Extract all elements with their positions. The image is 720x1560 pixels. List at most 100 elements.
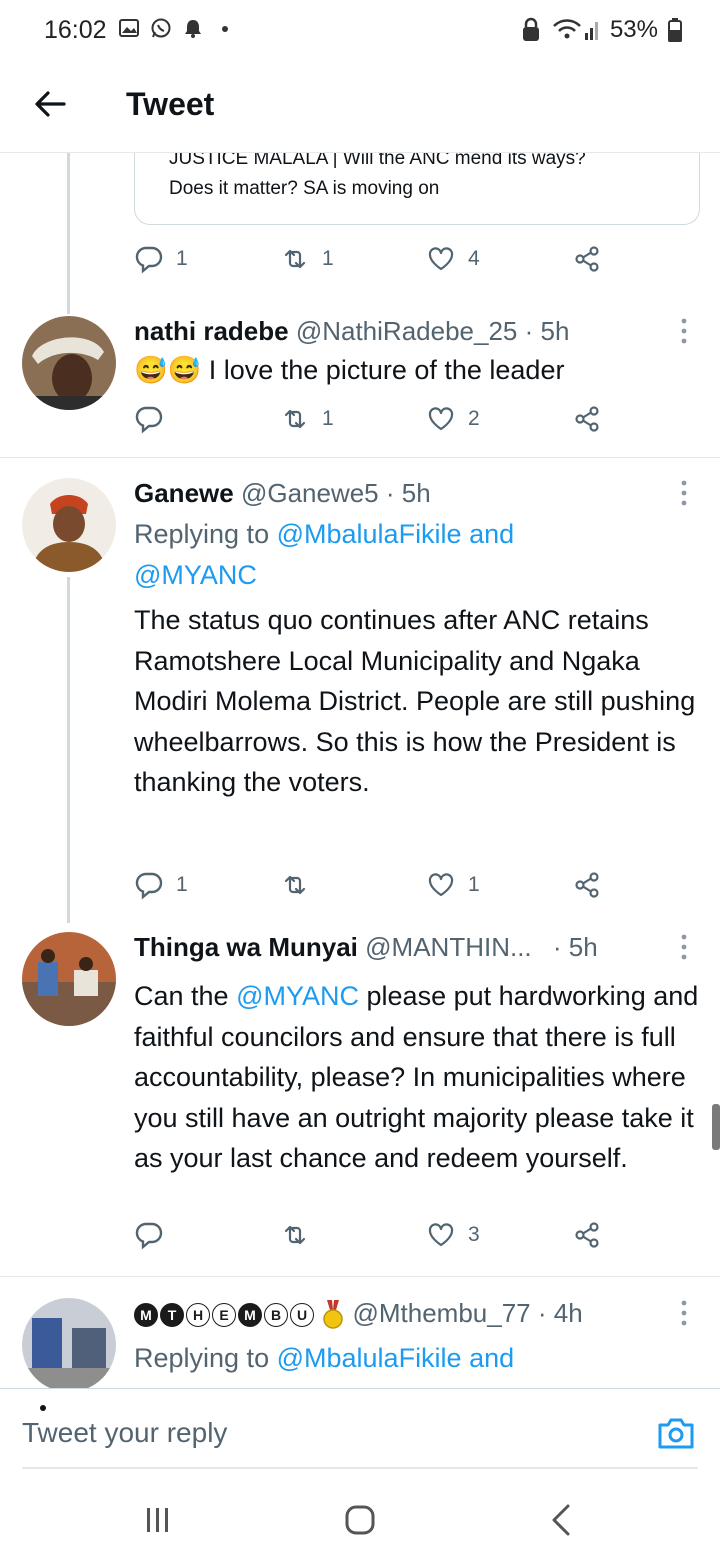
display-name[interactable]: Ganewe: [134, 478, 234, 508]
retweet-icon: [284, 409, 306, 429]
status-time: 16:02: [44, 16, 107, 44]
top-app-bar: Tweet: [0, 60, 720, 153]
recent-apps-icon[interactable]: [138, 1500, 178, 1540]
home-icon[interactable]: [340, 1500, 380, 1540]
name-letter: M: [134, 1303, 158, 1328]
system-icons: 53%: [520, 16, 682, 44]
share-icon: [575, 406, 599, 432]
tweet-divider: [0, 457, 720, 458]
like-count: 1: [468, 873, 480, 896]
camera-icon[interactable]: [656, 1415, 696, 1451]
name-letter: U: [290, 1303, 314, 1328]
user-handle[interactable]: @NathiRadebe_25: [296, 316, 518, 346]
share-icon: [575, 872, 599, 898]
share-button[interactable]: [572, 244, 602, 274]
status-bar: 16:02 53%: [0, 0, 720, 60]
back-arrow-icon[interactable]: [32, 86, 68, 122]
replying-prefix: Replying to: [134, 519, 270, 549]
share-button[interactable]: [572, 870, 602, 900]
heart-icon: [428, 407, 454, 431]
retweet-icon: [284, 875, 306, 895]
reply-icon: [135, 1222, 163, 1250]
retweet-button[interactable]: [280, 870, 322, 900]
name-letter: H: [186, 1303, 210, 1328]
tweet-time: · 5h: [385, 478, 431, 508]
reply-tweet[interactable]: M T H E M B U @Mthembu_77 · 4h Replying …: [0, 1294, 720, 1388]
system-nav-bar: [0, 1480, 720, 1560]
like-button[interactable]: 1: [426, 870, 480, 900]
tweet-text-part: Can the: [134, 981, 229, 1011]
more-options-icon[interactable]: [676, 932, 692, 962]
retweet-icon: [284, 1225, 306, 1245]
replying-to: Replying to @MbalulaFikile and @MYANC: [134, 1338, 604, 1388]
reply-tweet[interactable]: Thinga wa Munyai @MANTHIN... · 5h Can th…: [0, 928, 720, 1268]
reply-tweet[interactable]: nathi radebe @NathiRadebe_25 · 5h 😅😅 I l…: [0, 312, 720, 456]
reply-input[interactable]: Tweet your reply: [22, 1417, 227, 1449]
name-letter: T: [160, 1303, 184, 1328]
display-name[interactable]: Thinga wa Munyai: [134, 932, 358, 962]
user-handle[interactable]: @MANTHIN...: [365, 932, 532, 962]
scrollbar-thumb[interactable]: [712, 1104, 720, 1150]
more-options-icon[interactable]: [676, 1298, 692, 1328]
retweet-count: 1: [322, 407, 334, 430]
share-button[interactable]: [572, 1220, 602, 1250]
medal-icon: [323, 1300, 343, 1329]
tweet-actions: 3: [134, 1220, 614, 1260]
avatar-photo: [22, 478, 116, 572]
reply-button[interactable]: [134, 1220, 176, 1250]
heart-icon: [428, 1223, 454, 1247]
more-options-icon[interactable]: [676, 316, 692, 346]
user-handle[interactable]: @Mthembu_77: [352, 1298, 530, 1328]
wifi-signal-icon: [553, 19, 598, 40]
user-handle[interactable]: @Ganewe5: [241, 478, 379, 508]
bell-icon: [185, 20, 201, 38]
name-letter: E: [212, 1303, 236, 1328]
avatar[interactable]: [22, 1298, 116, 1388]
reply-button[interactable]: 1: [134, 244, 188, 274]
tweet-time: · 5h: [552, 932, 598, 962]
like-button[interactable]: 4: [426, 244, 480, 274]
tweet-actions: 1 1 4: [134, 244, 614, 284]
avatar[interactable]: [22, 932, 116, 1026]
reply-underline: [22, 1467, 698, 1469]
display-name[interactable]: nathi radebe: [134, 316, 289, 346]
reply-icon: [135, 246, 163, 274]
reply-feed[interactable]: JUSTICE MALALA | Will the ANC mend its w…: [0, 152, 720, 1388]
like-button[interactable]: 2: [426, 404, 480, 434]
reply-button[interactable]: 1: [134, 870, 188, 900]
retweet-button[interactable]: 1: [280, 244, 334, 274]
avatar[interactable]: [22, 316, 116, 410]
nav-back-icon[interactable]: [542, 1500, 582, 1540]
tweet-time: · 4h: [537, 1298, 583, 1328]
tweet-actions: 1 1: [134, 870, 614, 910]
reply-composer: Tweet your reply: [0, 1388, 720, 1469]
reply-count: 1: [176, 247, 188, 270]
lock-icon: [522, 17, 539, 41]
tweet-text: 😅😅 I love the picture of the leader: [134, 355, 565, 385]
tweet-header: M T H E M B U @Mthembu_77 · 4h: [134, 1298, 583, 1330]
heart-icon: [428, 873, 454, 897]
quoted-headline: JUSTICE MALALA | Will the ANC mend its w…: [169, 152, 586, 169]
like-count: 2: [468, 407, 480, 430]
name-letter: B: [264, 1303, 288, 1328]
gallery-icon: [119, 19, 139, 37]
avatar[interactable]: [22, 478, 116, 572]
quoted-tweet-card[interactable]: JUSTICE MALALA | Will the ANC mend its w…: [134, 152, 700, 225]
reply-icon: [135, 406, 163, 434]
like-button[interactable]: 3: [426, 1220, 480, 1250]
share-icon: [575, 1222, 599, 1248]
retweet-button[interactable]: [280, 1220, 322, 1250]
reply-tweet[interactable]: Ganewe @Ganewe5 · 5h Replying to @Mbalul…: [0, 474, 720, 914]
retweet-button[interactable]: 1: [280, 404, 334, 434]
notification-icons: [118, 17, 236, 39]
mention-link[interactable]: @MYANC: [236, 981, 359, 1011]
share-button[interactable]: [572, 404, 602, 434]
more-options-icon[interactable]: [676, 478, 692, 508]
display-name-letters[interactable]: M T H E M B U: [134, 1303, 314, 1328]
reply-button[interactable]: [134, 404, 176, 434]
retweet-count: 1: [322, 247, 334, 270]
tweet-header: Ganewe @Ganewe5 · 5h: [134, 478, 431, 509]
replying-prefix: Replying to: [134, 1343, 270, 1373]
tweet-divider: [0, 1276, 720, 1277]
replying-to: Replying to @MbalulaFikile and @MYANC: [134, 514, 604, 595]
